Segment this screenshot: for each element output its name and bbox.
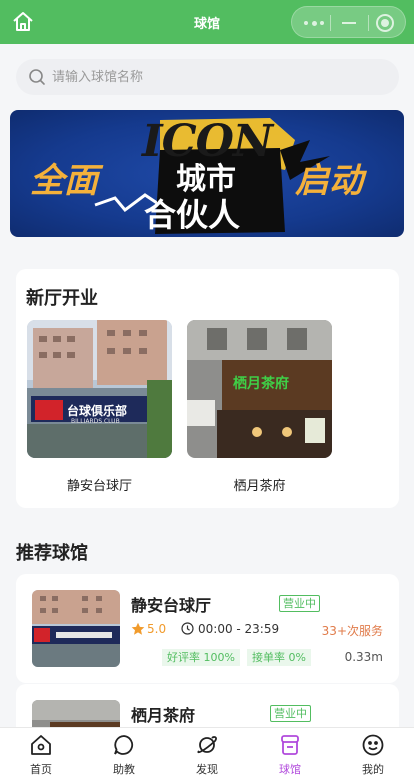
bottom-tab-bar: 首页 助教 发现 球馆 我的 bbox=[0, 727, 414, 780]
home-icon bbox=[31, 735, 51, 755]
service-count: 33+次服务 bbox=[321, 624, 383, 638]
distance: 0.33m bbox=[344, 650, 383, 664]
status-badge: 营业中 bbox=[279, 595, 320, 612]
section-title-recommended: 推荐球馆 bbox=[16, 543, 88, 564]
hall-photo bbox=[32, 590, 120, 667]
search-bar bbox=[16, 59, 399, 95]
tab-label: 助教 bbox=[113, 763, 135, 776]
mini-program-capsule bbox=[291, 6, 406, 38]
business-hours: 00:00 - 23:59 bbox=[198, 622, 280, 636]
minimize-icon[interactable] bbox=[342, 22, 356, 24]
rating-value: 5.0 bbox=[147, 622, 167, 636]
accept-rate-tag: 接单率 0% bbox=[247, 649, 311, 666]
hall-name[interactable]: 静安台球厅 bbox=[27, 475, 172, 494]
star-icon bbox=[131, 622, 145, 635]
tab-label: 发现 bbox=[196, 763, 218, 776]
section-title-new-halls: 新厅开业 bbox=[26, 288, 98, 309]
tab-label: 我的 bbox=[362, 763, 384, 776]
sign-text: 栖月茶府 bbox=[233, 375, 289, 392]
tab-hall[interactable]: 球馆 bbox=[249, 728, 331, 780]
banner-center-line2: 合伙人 bbox=[144, 196, 241, 234]
status-badge: 营业中 bbox=[270, 705, 311, 722]
hall-name: 静安台球厅 bbox=[131, 596, 212, 615]
search-icon bbox=[29, 69, 45, 85]
hall-name[interactable]: 栖月茶府 bbox=[187, 475, 332, 494]
banner-right-text: 启动 bbox=[295, 161, 363, 201]
promo-banner[interactable]: ICON 全面 启动 城市 合伙人 bbox=[10, 110, 404, 237]
hall-name: 栖月茶府 bbox=[131, 706, 196, 725]
good-rate-tag: 好评率 100% bbox=[162, 649, 240, 666]
sign-sub-text: BILLIARDS CLUB bbox=[71, 418, 120, 425]
sign-text: 台球俱乐部 bbox=[67, 403, 127, 418]
search-input[interactable] bbox=[52, 59, 382, 95]
tab-label: 首页 bbox=[30, 763, 52, 776]
new-halls-section: 新厅开业 台球俱乐部 BILLIARDS CLUB 静安台球厅 栖月茶府 栖月茶… bbox=[16, 269, 399, 508]
recommended-hall-card[interactable]: 静安台球厅 营业中 5.0 00:00 - 23:59 33+次服务 好评率 1… bbox=[16, 574, 399, 683]
more-options-icon[interactable] bbox=[304, 20, 324, 26]
hall-thumbnail[interactable]: 台球俱乐部 BILLIARDS CLUB bbox=[27, 320, 172, 458]
hall-thumbnail[interactable]: 栖月茶府 bbox=[187, 320, 332, 458]
hall-icon bbox=[281, 735, 299, 755]
tab-label: 球馆 bbox=[279, 763, 301, 776]
planet-icon bbox=[197, 736, 217, 754]
clock-icon bbox=[181, 622, 194, 635]
tab-discover[interactable]: 发现 bbox=[166, 728, 248, 780]
chat-icon bbox=[114, 735, 134, 755]
tab-profile[interactable]: 我的 bbox=[332, 728, 414, 780]
banner-left-text: 全面 bbox=[30, 161, 98, 201]
top-bar: 球馆 bbox=[0, 0, 414, 44]
close-mini-program-icon[interactable] bbox=[376, 14, 394, 32]
hall-photo: 栖月茶府 bbox=[187, 320, 332, 458]
tab-home[interactable]: 首页 bbox=[0, 728, 82, 780]
tab-coach[interactable]: 助教 bbox=[83, 728, 165, 780]
smile-icon bbox=[362, 734, 384, 756]
hall-photo: 台球俱乐部 BILLIARDS CLUB bbox=[27, 320, 172, 458]
